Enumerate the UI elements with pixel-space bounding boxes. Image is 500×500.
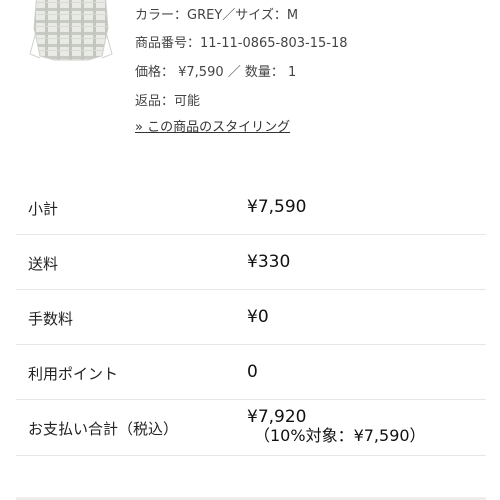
- summary-label: 送料: [28, 255, 59, 273]
- summary-value: ¥7,590: [247, 197, 307, 217]
- product-thumbnail[interactable]: [28, 0, 114, 66]
- styling-link[interactable]: » この商品のスタイリング: [135, 120, 290, 136]
- summary-label: 利用ポイント: [28, 365, 119, 383]
- product-item: カラー：GREY／サイズ：M 商品番号：11-11-0865-803-15-18…: [0, 0, 500, 150]
- summary-value: ¥330: [247, 252, 291, 272]
- summary-total-value: ¥7,920: [247, 407, 307, 427]
- summary-row-total: お支払い合計（税込） ¥7,920 （10%対象：¥7,590）: [16, 400, 486, 456]
- plaid-shirt-thumbnail-icon: [29, 0, 113, 61]
- summary-label: 小計: [28, 200, 59, 218]
- summary-row-fee: 手数料 ¥0: [16, 290, 486, 345]
- product-price-quantity: 価格： ¥7,590 ／ 数量： 1: [135, 65, 297, 80]
- summary-row-points: 利用ポイント 0: [16, 345, 486, 400]
- summary-row-shipping: 送料 ¥330: [16, 235, 486, 290]
- summary-value: ¥0: [247, 307, 269, 327]
- product-number: 商品番号：11-11-0865-803-15-18: [135, 36, 348, 51]
- summary-value: 0: [247, 362, 258, 382]
- summary-label: 手数料: [28, 310, 74, 328]
- summary-row-subtotal: 小計 ¥7,590: [16, 180, 486, 235]
- product-returns: 返品：可能: [135, 94, 201, 109]
- summary-tax-breakdown: （10%対象：¥7,590）: [254, 426, 426, 445]
- summary-label: お支払い合計（税込）: [28, 420, 179, 438]
- product-color-size: カラー：GREY／サイズ：M: [135, 8, 299, 23]
